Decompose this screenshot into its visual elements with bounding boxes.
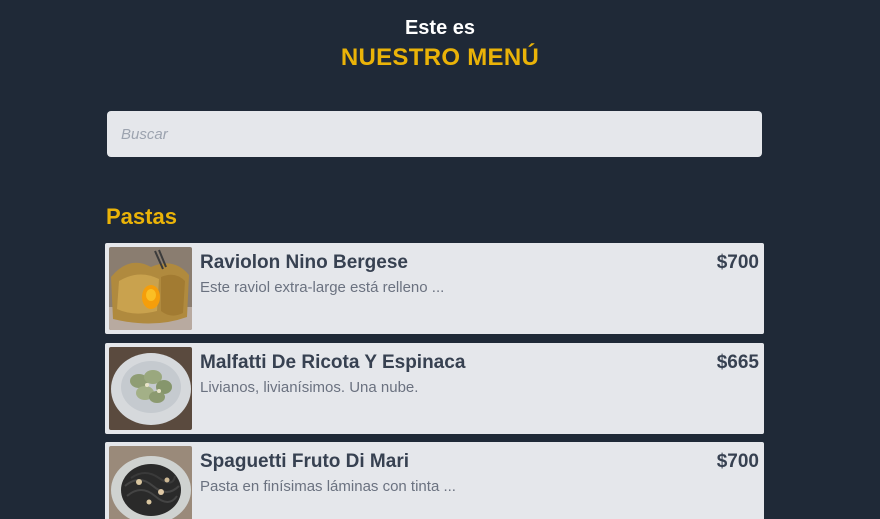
item-description: Pasta en finísimas láminas con tinta ... <box>200 478 456 495</box>
item-price: $665 <box>716 352 759 373</box>
item-price: $700 <box>716 451 759 472</box>
malfatti-photo <box>109 347 192 430</box>
item-name: Malfatti De Ricota Y Espinaca <box>200 352 466 373</box>
search-input[interactable] <box>107 111 762 157</box>
item-name: Raviolon Nino Bergese <box>200 252 408 273</box>
item-price: $700 <box>716 252 759 273</box>
menu-page: Este es NUESTRO MENÚ Pastas Raviolon Nin… <box>0 0 880 519</box>
page-title: NUESTRO MENÚ <box>340 44 540 71</box>
item-description: Este raviol extra-large está relleno ... <box>200 279 445 296</box>
category-title-pastas: Pastas <box>106 204 177 229</box>
spaghetti-photo <box>109 446 192 519</box>
menu-item[interactable]: Spaguetti Fruto Di Mari Pasta en finísim… <box>105 442 764 519</box>
ravioli-photo <box>109 247 192 330</box>
item-description: Livianos, livianísimos. Una nube. <box>200 379 419 396</box>
menu-item[interactable]: Malfatti De Ricota Y Espinaca Livianos, … <box>105 343 764 434</box>
menu-item[interactable]: Raviolon Nino Bergese Este raviol extra-… <box>105 243 764 334</box>
header-subtitle: Este es <box>404 17 476 39</box>
menu-header: Este es NUESTRO MENÚ <box>0 14 880 74</box>
item-name: Spaguetti Fruto Di Mari <box>200 451 409 472</box>
